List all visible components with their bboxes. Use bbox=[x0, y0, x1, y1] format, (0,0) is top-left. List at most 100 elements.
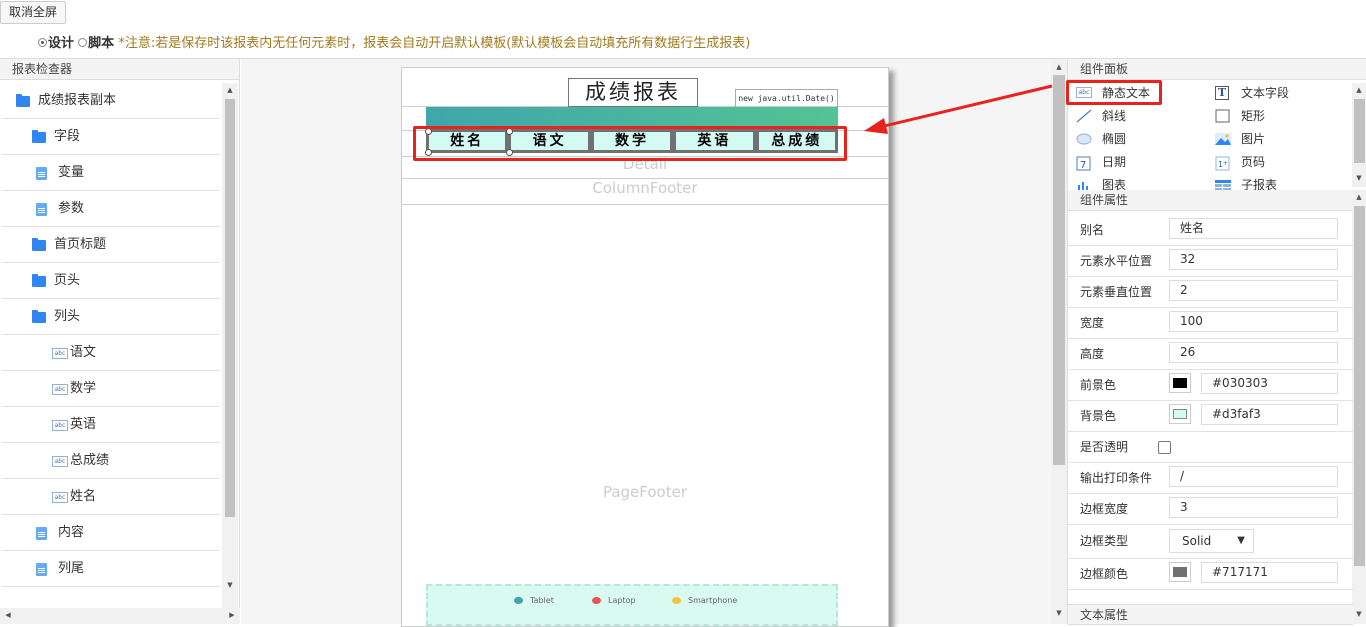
y-position-label: 元素垂直位置 bbox=[1080, 285, 1153, 299]
tree-item[interactable]: abc 语文 bbox=[2, 335, 220, 371]
scroll-down-icon[interactable]: ▼ bbox=[1353, 610, 1365, 618]
background-color-field[interactable]: #d3faf3 bbox=[1201, 404, 1338, 425]
component-item[interactable]: T 文本字段 bbox=[1215, 83, 1345, 103]
tree-item-label: 英语 bbox=[70, 417, 97, 432]
tree-item-label: 页头 bbox=[54, 273, 81, 288]
scroll-right-icon[interactable]: ▶ bbox=[226, 611, 238, 619]
scroll-thumb[interactable] bbox=[225, 99, 235, 517]
tree-item[interactable]: 成绩报表副本 bbox=[2, 83, 220, 119]
border-color-swatch[interactable] bbox=[1169, 562, 1191, 582]
tree-item[interactable]: 变量 bbox=[2, 155, 220, 191]
scroll-up-icon[interactable]: ▲ bbox=[1353, 193, 1365, 201]
design-label[interactable]: 设计 bbox=[48, 36, 74, 51]
text-field-icon: T bbox=[1215, 86, 1231, 100]
scroll-thumb[interactable] bbox=[1354, 99, 1365, 163]
print-condition-field[interactable]: / bbox=[1169, 466, 1338, 487]
scroll-up-icon[interactable]: ▲ bbox=[1353, 86, 1365, 94]
tree-item-label: 数学 bbox=[70, 381, 97, 396]
x-position-field[interactable]: 32 bbox=[1169, 249, 1338, 270]
tree-item[interactable]: abc 总成绩 bbox=[2, 443, 220, 479]
tree-item-label: 列头 bbox=[54, 309, 81, 324]
tree-item[interactable]: 列尾 bbox=[2, 551, 220, 587]
foreground-color-field[interactable]: #030303 bbox=[1201, 373, 1338, 394]
page-header-bar[interactable] bbox=[426, 107, 838, 127]
band-column-footer-label: ColumnFooter bbox=[592, 179, 698, 197]
border-color-label: 边框颜色 bbox=[1080, 567, 1129, 581]
folder-open-icon bbox=[32, 310, 46, 323]
y-position-field[interactable]: 2 bbox=[1169, 280, 1338, 301]
transparent-checkbox[interactable] bbox=[1158, 441, 1171, 454]
scroll-up-icon[interactable]: ▲ bbox=[1053, 63, 1065, 71]
scroll-down-icon[interactable]: ▼ bbox=[1053, 609, 1065, 617]
folder-icon bbox=[32, 274, 46, 287]
script-radio[interactable] bbox=[78, 38, 88, 47]
foreground-color-label: 前景色 bbox=[1080, 378, 1117, 392]
right-panel: 组件面板 abc 静态文本 T 文本字段 斜线 矩形 椭圆 图片 7 日期 1 + 页码 图表 子报表 ▲ … bbox=[1067, 59, 1366, 625]
x-position-label: 元素水平位置 bbox=[1080, 254, 1153, 268]
tree-item-label: 首页标题 bbox=[54, 237, 107, 252]
components-title: 组件面板 bbox=[1068, 59, 1366, 80]
document-icon bbox=[36, 527, 47, 540]
scroll-down-icon[interactable]: ▼ bbox=[224, 581, 236, 589]
cancel-fullscreen-button[interactable]: 取消全屏 bbox=[0, 1, 66, 24]
row-divider bbox=[1068, 245, 1353, 246]
band-page-footer-label: PageFooter bbox=[602, 483, 688, 501]
component-label: 斜线 bbox=[1102, 109, 1127, 123]
row-divider bbox=[1068, 276, 1353, 277]
tree-item[interactable]: 内容 bbox=[2, 515, 220, 551]
width-field[interactable]: 100 bbox=[1169, 311, 1338, 332]
tree-item-label: 总成绩 bbox=[70, 453, 110, 468]
text-properties-title: 文本属性 bbox=[1068, 604, 1353, 625]
color-chip bbox=[1173, 378, 1187, 388]
border-color-field[interactable]: #717171 bbox=[1201, 562, 1338, 583]
scroll-thumb[interactable] bbox=[1354, 206, 1365, 566]
print-condition-label: 输出打印条件 bbox=[1080, 471, 1153, 485]
properties-scrollbar[interactable]: ▲ ▼ bbox=[1352, 190, 1366, 624]
component-item[interactable]: 椭圆 bbox=[1076, 129, 1206, 149]
component-item[interactable]: 7 日期 bbox=[1076, 152, 1206, 172]
inspector-scrollbar[interactable]: ▲ ▼ bbox=[222, 83, 238, 609]
script-label[interactable]: 脚本 bbox=[88, 36, 114, 51]
date-field-element[interactable]: new java.util.Date() bbox=[735, 89, 838, 108]
scroll-up-icon[interactable]: ▲ bbox=[224, 86, 236, 94]
tree-item[interactable]: 页头 bbox=[2, 263, 220, 299]
canvas-scrollbar[interactable]: ▲ ▼ bbox=[1051, 59, 1067, 624]
row-divider bbox=[1068, 493, 1353, 494]
transparent-label: 是否透明 bbox=[1080, 440, 1129, 454]
report-inspector-panel: 报表检查器 成绩报表副本 字段 变量 参数 首页标题 页头 列头 abc 语文 abc 数学 abc 英… bbox=[0, 59, 240, 624]
design-radio[interactable] bbox=[38, 38, 47, 47]
scroll-down-icon[interactable]: ▼ bbox=[1353, 174, 1365, 182]
tree-item[interactable]: 首页标题 bbox=[2, 227, 220, 263]
tree-item[interactable]: 列头 bbox=[2, 299, 220, 335]
svg-text:7: 7 bbox=[1080, 160, 1086, 171]
properties-title: 组件属性 bbox=[1068, 190, 1353, 211]
selection-highlight bbox=[413, 126, 847, 161]
tree-item[interactable]: abc 姓名 bbox=[2, 479, 220, 515]
width-label: 宽度 bbox=[1080, 316, 1105, 330]
border-type-select[interactable]: Solid ▼ bbox=[1169, 529, 1254, 553]
scroll-left-icon[interactable]: ◀ bbox=[2, 611, 14, 619]
tree-item[interactable]: abc 英语 bbox=[2, 407, 220, 443]
tree-item[interactable]: abc 数学 bbox=[2, 371, 220, 407]
foreground-color-swatch[interactable] bbox=[1169, 373, 1191, 393]
border-width-field[interactable]: 3 bbox=[1169, 497, 1338, 518]
template-note: *注意:若是保存时该报表内无任何元素时，报表会自动开启默认模板(默认模板会自动填… bbox=[118, 36, 751, 51]
component-item[interactable]: 1 + 页码 bbox=[1215, 152, 1345, 172]
row-divider bbox=[1068, 307, 1353, 308]
component-item[interactable]: 斜线 bbox=[1076, 106, 1206, 126]
row-divider bbox=[1068, 558, 1353, 559]
report-title-element[interactable]: 成绩报表 bbox=[568, 78, 698, 107]
alias-field[interactable]: 姓名 bbox=[1169, 218, 1338, 239]
components-scrollbar[interactable]: ▲ ▼ bbox=[1352, 83, 1366, 187]
tree-item[interactable]: 参数 bbox=[2, 191, 220, 227]
component-item[interactable]: 矩形 bbox=[1215, 106, 1345, 126]
background-color-swatch[interactable] bbox=[1169, 404, 1191, 424]
component-item[interactable]: 图片 bbox=[1215, 129, 1345, 149]
border-width-label: 边框宽度 bbox=[1080, 502, 1129, 516]
row-divider bbox=[1068, 589, 1353, 590]
abc-text-icon: abc bbox=[52, 456, 68, 467]
height-field[interactable]: 26 bbox=[1169, 342, 1338, 363]
chart-element[interactable]: Tablet Laptop Smartphone bbox=[426, 584, 838, 626]
inspector-hscrollbar[interactable]: ◀ ▶ bbox=[0, 608, 240, 624]
tree-item[interactable]: 字段 bbox=[2, 119, 220, 155]
